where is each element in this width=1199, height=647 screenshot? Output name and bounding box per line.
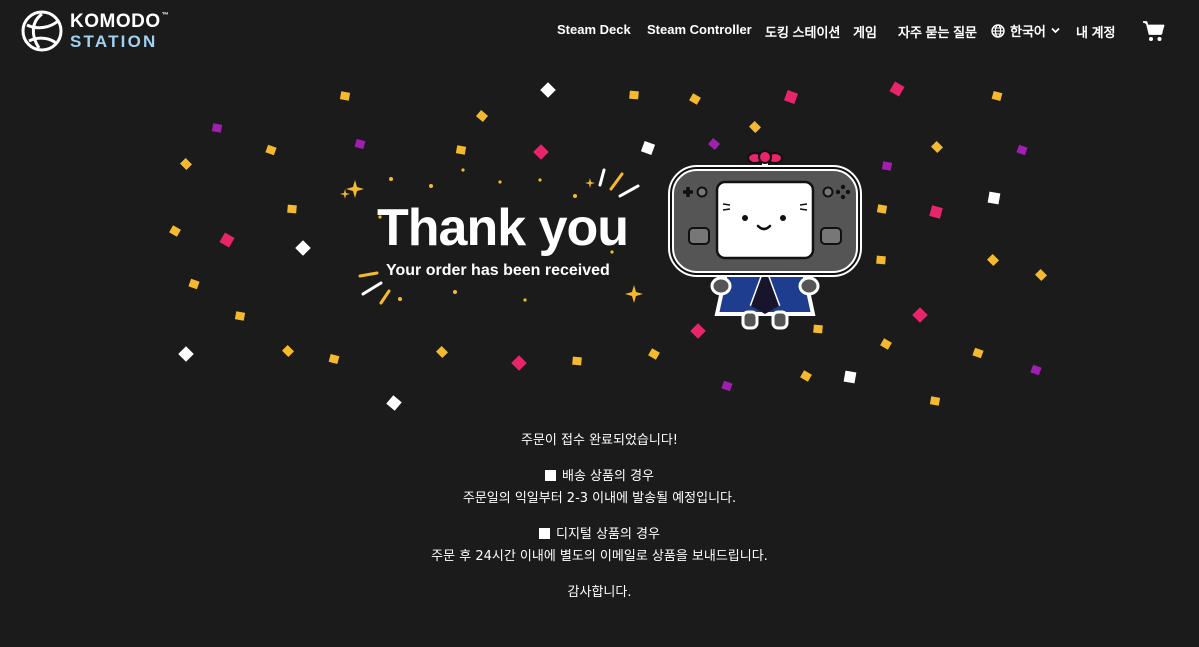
- nav-steam-deck[interactable]: Steam Deck: [557, 22, 631, 37]
- site-header: KOMODO™ STATION Steam Deck Steam Control…: [0, 0, 1199, 62]
- confetti-piece: [991, 90, 1003, 102]
- order-received-subtitle: Your order has been received: [386, 262, 610, 279]
- confetti-piece: [511, 355, 527, 371]
- confetti-piece: [281, 344, 295, 358]
- shipping-info: 배송 상품의 경우 주문일의 익일부터 2-3 이내에 발송될 예정입니다.: [0, 466, 1199, 510]
- confetti-piece: [572, 356, 582, 366]
- confetti-piece: [986, 253, 1000, 267]
- confetti-piece: [881, 161, 893, 171]
- chevron-down-icon: [1051, 27, 1060, 34]
- confetti-piece: [455, 145, 467, 155]
- globe-icon: [991, 23, 1005, 38]
- confetti-piece: [219, 232, 235, 248]
- confetti-piece: [876, 204, 888, 214]
- shipping-body: 주문일의 익일부터 2-3 이내에 발송될 예정입니다.: [462, 491, 737, 506]
- thanks-text: 감사합니다.: [567, 585, 632, 600]
- confetti-piece: [295, 240, 311, 256]
- confetti-piece: [648, 348, 660, 360]
- confetti-piece: [265, 144, 277, 156]
- confetti-piece: [929, 205, 943, 219]
- confetti-piece: [475, 110, 489, 122]
- confetti-piece: [178, 346, 194, 362]
- confetti-piece: [972, 347, 984, 359]
- confetti-piece: [339, 91, 351, 101]
- cart-icon[interactable]: [1142, 19, 1166, 43]
- confetti-piece: [721, 380, 733, 392]
- confetti-piece: [211, 123, 223, 133]
- logo-subtitle: STATION: [70, 32, 158, 51]
- logo-mark-icon: [21, 10, 63, 52]
- confetti-piece: [880, 338, 892, 350]
- thank-you-title: Thank you: [377, 199, 629, 257]
- nav-steam-controller[interactable]: Steam Controller: [647, 22, 752, 37]
- order-complete-text: 주문이 접수 완료되었습니다!: [521, 433, 678, 448]
- mascot-illustration: [668, 150, 862, 330]
- confetti-piece: [783, 89, 799, 105]
- confetti-piece: [1016, 144, 1028, 156]
- logo-text: KOMODO™ STATION: [70, 12, 169, 50]
- nav-games[interactable]: 게임: [853, 22, 877, 41]
- confetti-piece: [540, 82, 556, 98]
- logo-wordmark: KOMODO™: [70, 11, 170, 32]
- confetti-piece: [987, 191, 1001, 205]
- confetti-piece: [689, 93, 701, 105]
- confetti-piece: [930, 140, 944, 154]
- confetti-piece: [800, 370, 812, 382]
- confetti-piece: [1034, 268, 1048, 282]
- shipping-title: 배송 상품의 경우: [0, 466, 1199, 488]
- confetti-piece: [169, 225, 181, 237]
- digital-title: 디지털 상품의 경우: [0, 524, 1199, 546]
- square-bullet-icon: [539, 528, 551, 539]
- confetti-piece: [1030, 364, 1042, 376]
- confetti-piece: [354, 138, 366, 150]
- confetti-piece: [234, 311, 246, 321]
- confetti-piece: [386, 395, 402, 411]
- language-label: 한국어: [1010, 24, 1046, 39]
- confetti-piece: [889, 81, 905, 97]
- confetti-piece: [929, 396, 941, 406]
- confetti-piece: [435, 345, 449, 359]
- confetti-piece: [328, 353, 340, 365]
- logo[interactable]: KOMODO™ STATION: [21, 9, 169, 53]
- nav-faq[interactable]: 자주 묻는 질문: [898, 22, 977, 41]
- confetti-piece: [179, 157, 193, 171]
- digital-info: 디지털 상품의 경우 주문 후 24시간 이내에 별도의 이메일로 상품을 보내…: [0, 524, 1199, 568]
- confetti-piece: [876, 255, 886, 265]
- nav-my-account[interactable]: 내 계정: [1076, 22, 1116, 41]
- thank-you-banner: Thank you Your order has been received: [0, 62, 1199, 422]
- nav-docking-station[interactable]: 도킹 스테이션: [765, 22, 840, 41]
- confetti-piece: [188, 278, 200, 290]
- language-selector[interactable]: 한국어: [991, 21, 1060, 40]
- thanks-note: 감사합니다.: [0, 582, 1199, 604]
- confetti-piece: [533, 144, 549, 160]
- confetti-piece: [843, 370, 857, 384]
- confetti-piece: [287, 204, 297, 214]
- confetti-piece: [629, 90, 639, 100]
- order-message: 주문이 접수 완료되었습니다!: [0, 430, 1199, 452]
- confetti-piece: [640, 140, 656, 156]
- square-bullet-icon: [545, 470, 556, 481]
- digital-body: 주문 후 24시간 이내에 별도의 이메일로 상품을 보내드립니다.: [431, 549, 768, 564]
- confetti-piece: [748, 120, 762, 134]
- confetti-piece: [912, 307, 928, 323]
